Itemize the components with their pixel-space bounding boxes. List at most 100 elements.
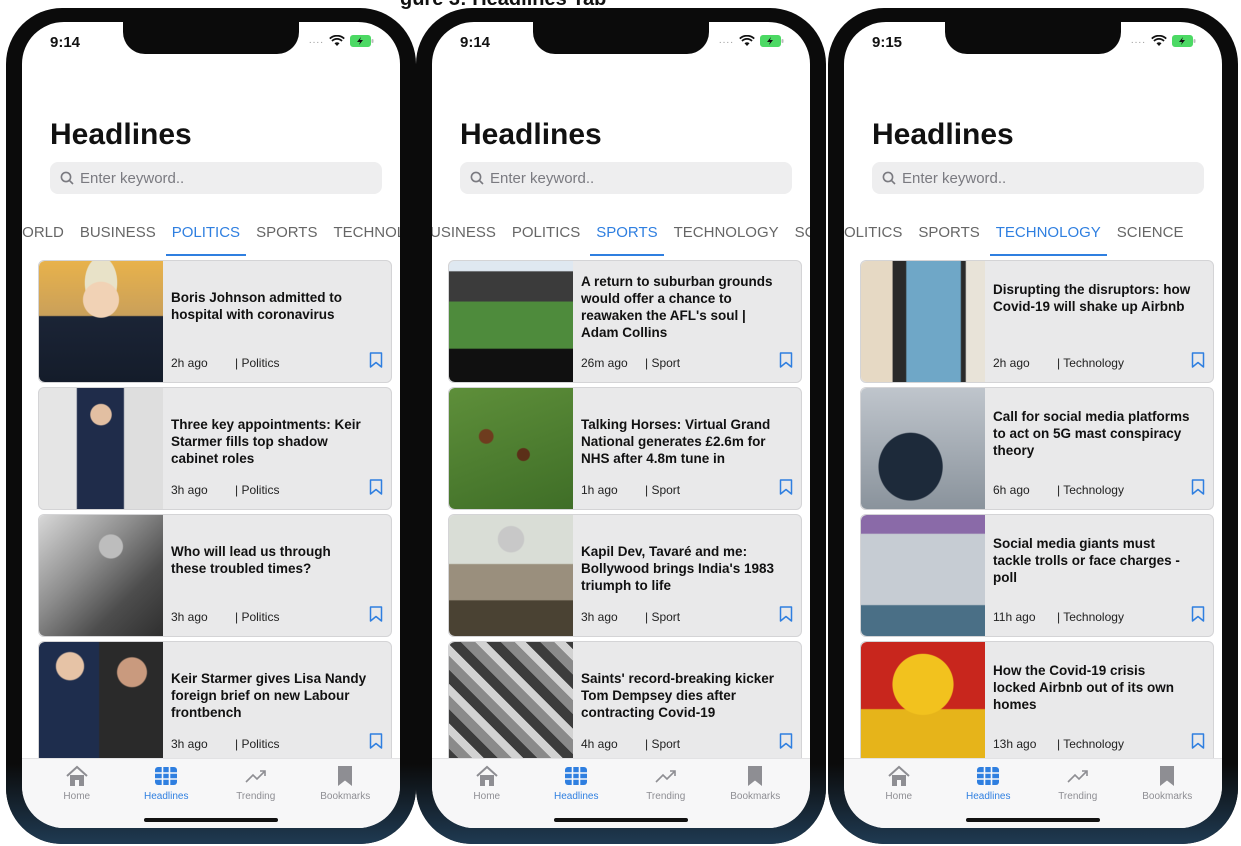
home-indicator[interactable] [966,818,1100,822]
trending-icon [655,770,676,783]
status-time: 9:14 [50,34,81,51]
bookmark-icon[interactable] [1191,733,1205,749]
article-title: Kapil Dev, Tavaré and me: Bollywood brin… [581,544,775,593]
article-thumbnail [449,642,573,763]
article-body: Disrupting the disruptors: how Covid-19 … [985,261,1213,382]
search-bar[interactable] [460,162,792,194]
article-thumbnail [449,515,573,636]
tabbar-label: Bookmarks [320,791,371,802]
tabbar-home[interactable]: Home [864,765,934,828]
bookmark-icon[interactable] [369,733,383,749]
search-bar[interactable] [50,162,382,194]
bookmark-icon [1160,766,1175,786]
article-section: | Sport [645,610,681,624]
article-card[interactable]: Kapil Dev, Tavaré and me: Bollywood brin… [448,514,802,637]
article-card[interactable]: A return to suburban grounds would offer… [448,260,802,383]
bookmark-icon[interactable] [779,352,793,368]
search-icon [882,171,896,185]
bookmark-icon[interactable] [779,479,793,495]
tabbar-label: Headlines [144,791,189,802]
wifi-icon [739,35,755,46]
bookmark-icon[interactable] [369,479,383,495]
article-section: | Technology [1057,737,1124,751]
tab-business[interactable]: BUSINESS [80,220,156,252]
article-body: Social media giants must tackle trolls o… [985,515,1213,636]
screen: 9:14 .... Headlines WORLD BUSINESS POLIT… [22,22,400,828]
bookmark-icon[interactable] [369,606,383,622]
article-time: 3h ago [171,737,208,751]
article-card[interactable]: How the Covid-19 crisis locked Airbnb ou… [860,641,1214,764]
phone-sports: 9:14 .... Headlines BUSINESS POLITICS SP… [416,8,826,844]
tabbar-bookmarks[interactable]: Bookmarks [310,765,380,828]
article-body: A return to suburban grounds would offer… [573,261,801,382]
bookmark-icon[interactable] [1191,352,1205,368]
article-card[interactable]: Keir Starmer gives Lisa Nandy foreign br… [38,641,392,764]
bookmark-icon[interactable] [1191,606,1205,622]
home-indicator[interactable] [554,818,688,822]
article-section: | Politics [235,483,280,497]
article-card[interactable]: Call for social media platforms to act o… [860,387,1214,510]
article-card[interactable]: Saints' record-breaking kicker Tom Demps… [448,641,802,764]
signal-dots-icon: .... [718,35,734,46]
bookmark-icon[interactable] [779,733,793,749]
bookmark-icon[interactable] [1191,479,1205,495]
tabbar-home[interactable]: Home [42,765,112,828]
wifi-icon [1151,35,1167,46]
search-input[interactable] [490,169,750,187]
bookmark-icon [338,766,353,786]
tab-technology[interactable]: TECHNOLOGY [333,220,400,252]
tab-politics[interactable]: POLITICS [512,220,580,252]
tabbar-bookmarks[interactable]: Bookmarks [720,765,790,828]
article-title: Call for social media platforms to act o… [993,409,1190,458]
article-card[interactable]: Who will lead us through these troubled … [38,514,392,637]
tab-technology[interactable]: TECHNOLOGY [989,220,1107,256]
article-card[interactable]: Talking Horses: Virtual Grand National g… [448,387,802,510]
article-title: Social media giants must tackle trolls o… [993,536,1180,585]
grid-icon [155,767,178,785]
grid-icon [565,767,588,785]
tab-science[interactable]: SCIENCE [795,220,810,252]
trending-icon [245,770,266,783]
article-section: | Technology [1057,483,1124,497]
tab-sports[interactable]: SPORTS [918,220,979,252]
search-icon [60,171,74,185]
article-list: Boris Johnson admitted to hospital with … [38,260,392,764]
home-icon [476,765,498,786]
article-title: Disrupting the disruptors: how Covid-19 … [993,282,1191,314]
bookmark-icon [748,766,763,786]
search-input[interactable] [80,169,340,187]
notch [945,22,1121,54]
tab-world[interactable]: WORLD [22,220,64,252]
article-thumbnail [861,388,985,509]
tabbar-label: Trending [646,791,686,802]
search-input[interactable] [902,169,1162,187]
tab-politics[interactable]: POLITICS [165,220,247,256]
phone-technology: 9:15 .... Headlines POLITICS SPORTS TECH… [828,8,1238,844]
tabbar-bookmarks[interactable]: Bookmarks [1132,765,1202,828]
article-card[interactable]: Three key appointments: Keir Starmer fil… [38,387,392,510]
phone-politics: 9:14 .... Headlines WORLD BUSINESS POLIT… [6,8,416,844]
article-body: Talking Horses: Virtual Grand National g… [573,388,801,509]
grid-icon [977,767,1000,785]
tab-politics[interactable]: POLITICS [844,220,902,252]
tabbar-home[interactable]: Home [452,765,522,828]
article-thumbnail [39,388,163,509]
notch [123,22,299,54]
article-title: A return to suburban grounds would offer… [581,274,773,340]
article-card[interactable]: Social media giants must tackle trolls o… [860,514,1214,637]
article-card[interactable]: Disrupting the disruptors: how Covid-19 … [860,260,1214,383]
tab-business[interactable]: BUSINESS [432,220,496,252]
tabbar-label: Headlines [966,791,1011,802]
page-title: Headlines [50,118,192,151]
tab-technology[interactable]: TECHNOLOGY [674,220,779,252]
article-card[interactable]: Boris Johnson admitted to hospital with … [38,260,392,383]
tab-science[interactable]: SCIENCE [1117,220,1184,252]
search-bar[interactable] [872,162,1204,194]
status-icons: .... [1131,34,1196,48]
tab-sports[interactable]: SPORTS [256,220,317,252]
article-body: Keir Starmer gives Lisa Nandy foreign br… [163,642,391,763]
tab-sports[interactable]: SPORTS [590,220,665,256]
bookmark-icon[interactable] [779,606,793,622]
bookmark-icon[interactable] [369,352,383,368]
home-indicator[interactable] [144,818,278,822]
